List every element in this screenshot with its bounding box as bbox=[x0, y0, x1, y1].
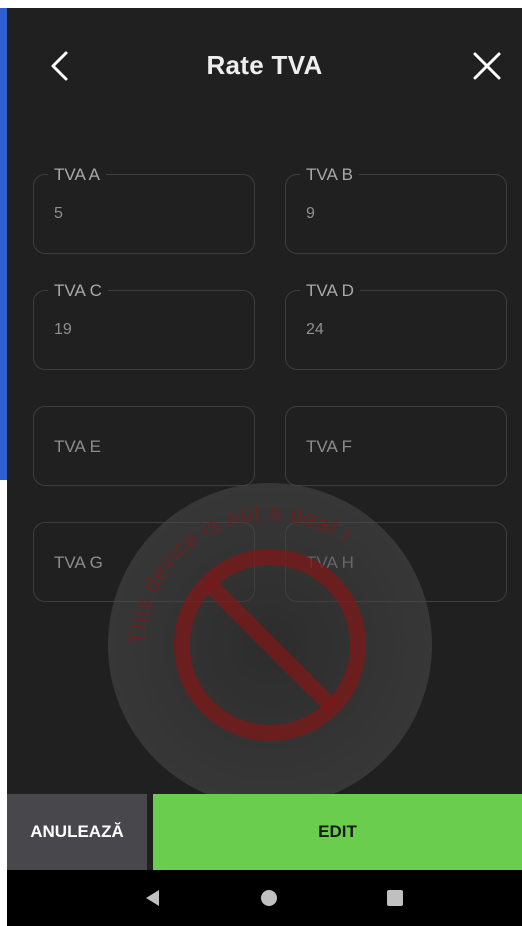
nav-back-button[interactable] bbox=[125, 870, 181, 926]
tva-g-placeholder: TVA G bbox=[54, 553, 103, 572]
header: Rate TVA bbox=[7, 8, 522, 118]
close-button[interactable] bbox=[463, 42, 511, 90]
system-nav-bar bbox=[7, 870, 522, 926]
tva-c-field[interactable]: TVA C 19 bbox=[33, 281, 255, 370]
side-accent-bar bbox=[0, 8, 7, 480]
tva-e-field[interactable]: TVA E bbox=[33, 406, 255, 486]
nav-home-icon bbox=[261, 890, 277, 906]
nav-recents-icon bbox=[387, 890, 403, 906]
close-icon bbox=[473, 52, 501, 80]
nav-home-button[interactable] bbox=[241, 870, 297, 926]
page-title: Rate TVA bbox=[206, 50, 323, 80]
tva-a-value: 5 bbox=[54, 205, 63, 222]
tva-f-field[interactable]: TVA F bbox=[285, 406, 507, 486]
tva-g-field[interactable]: TVA G bbox=[33, 522, 255, 602]
tva-h-field[interactable]: TVA H bbox=[285, 522, 507, 602]
tva-c-label: TVA C bbox=[48, 281, 108, 301]
tva-d-value: 24 bbox=[306, 321, 324, 338]
tva-a-field[interactable]: TVA A 5 bbox=[33, 165, 255, 254]
tva-c-value: 19 bbox=[54, 321, 72, 338]
app-screen: Rate TVA TVA A 5 TVA B 9 TVA C 19 TVA D … bbox=[7, 8, 522, 926]
tva-b-value: 9 bbox=[306, 205, 315, 222]
tva-b-field[interactable]: TVA B 9 bbox=[285, 165, 507, 254]
tva-d-field[interactable]: TVA D 24 bbox=[285, 281, 507, 370]
nav-back-icon bbox=[146, 890, 159, 906]
tva-e-placeholder: TVA E bbox=[54, 437, 101, 456]
cancel-button[interactable]: ANULEAZĂ bbox=[7, 794, 147, 870]
tva-d-label: TVA D bbox=[300, 281, 360, 301]
nav-recents-button[interactable] bbox=[367, 870, 423, 926]
tva-a-label: TVA A bbox=[48, 165, 106, 185]
tva-b-label: TVA B bbox=[300, 165, 359, 185]
edit-button[interactable]: EDIT bbox=[153, 794, 522, 870]
tva-h-placeholder: TVA H bbox=[306, 553, 354, 572]
tva-f-placeholder: TVA F bbox=[306, 437, 352, 456]
